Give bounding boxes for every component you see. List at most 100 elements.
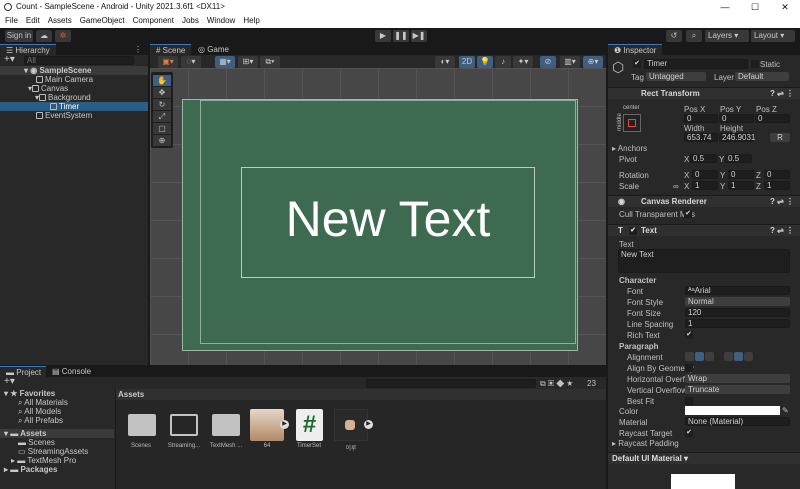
name-field[interactable]: Timer — [644, 59, 748, 69]
v-overflow-dropdown[interactable]: Truncate — [685, 385, 790, 394]
component-menu-icon[interactable]: ? ⇌ ⋮ — [770, 88, 794, 100]
component-menu-icon[interactable]: ? ⇌ ⋮ — [770, 225, 794, 237]
align-top-button[interactable] — [724, 352, 733, 361]
tree-item[interactable]: ⌕ All Prefabs — [0, 416, 114, 425]
rich-text-checkbox[interactable]: ✔ — [685, 331, 693, 339]
increment-dropdown[interactable]: ⧉▾ — [260, 56, 280, 68]
menu-file[interactable]: File — [5, 14, 18, 28]
hierarchy-item-scene[interactable]: ▾ ◉ SampleScene — [0, 66, 148, 75]
raw-edit-button[interactable]: R — [770, 133, 790, 142]
menu-gameobject[interactable]: GameObject — [80, 14, 125, 28]
tree-item[interactable]: ⌕ All Materials — [0, 398, 114, 407]
move-tool-icon[interactable]: ✥ — [153, 87, 171, 98]
text-enabled-checkbox[interactable]: ✔ — [629, 227, 637, 235]
hand-tool-icon[interactable]: ✋ — [153, 75, 171, 86]
asset-label[interactable]: TimerSet — [287, 443, 331, 449]
link-icon[interactable]: ∞ — [673, 182, 679, 191]
close-button[interactable]: ✕ — [770, 0, 800, 14]
scale-tool-icon[interactable]: ⤢ — [153, 111, 171, 122]
scale-y-field[interactable]: 1 — [728, 181, 754, 190]
rot-x-field[interactable]: 0 — [692, 170, 718, 179]
search-icon[interactable]: ⌕ — [686, 30, 702, 42]
hierarchy-item[interactable]: Main Camera — [0, 75, 148, 84]
asset-label[interactable]: 이루 — [329, 443, 373, 452]
create-icon[interactable]: +▾ — [4, 377, 15, 387]
animation-asset-thumbnail[interactable] — [334, 409, 368, 441]
lighting-toggle[interactable]: 💡 — [477, 56, 493, 68]
tree-item-assets[interactable]: ▾ ▬ Assets — [0, 429, 114, 438]
asset-label[interactable]: TextMesh ... — [204, 443, 248, 449]
menu-help[interactable]: Help — [243, 14, 259, 28]
lock-icon[interactable]: ⋮ — [134, 45, 142, 54]
folder-outline-icon[interactable] — [170, 414, 198, 436]
tab-inspector[interactable]: ❶ Inspector — [608, 44, 663, 55]
hierarchy-item-selected[interactable]: Timer — [0, 102, 148, 111]
rot-y-field[interactable]: 0 — [728, 170, 754, 179]
tag-dropdown[interactable]: Untagged — [646, 72, 706, 81]
add-icon[interactable]: +▾ — [4, 55, 15, 65]
csharp-script-icon[interactable]: # — [296, 409, 323, 441]
expand-play-icon[interactable]: ▶ — [280, 420, 289, 429]
align-bottom-button[interactable] — [744, 352, 753, 361]
step-button[interactable]: ▶❚ — [411, 30, 427, 42]
cat-sprite-thumbnail[interactable] — [250, 409, 284, 441]
font-field[interactable]: ᴬᵃArial — [685, 286, 790, 295]
layer-dropdown[interactable]: Default — [735, 72, 789, 81]
pivot-x-field[interactable]: 0.5 — [690, 154, 717, 163]
hierarchy-search-input[interactable]: All — [24, 56, 134, 65]
font-size-field[interactable]: 120 — [685, 308, 790, 317]
rotate-tool-icon[interactable]: ↻ — [153, 99, 171, 110]
render-mode-dropdown[interactable]: ◌▾ — [181, 56, 201, 68]
2d-toggle[interactable]: 2D — [459, 56, 475, 68]
best-fit-checkbox[interactable] — [685, 397, 693, 405]
scale-z-field[interactable]: 1 — [764, 181, 790, 190]
rot-z-field[interactable]: 0 — [764, 170, 790, 179]
rect-tool-icon[interactable]: ▢ — [153, 123, 171, 134]
text-header[interactable]: T ✔ Text ? ⇌ ⋮ — [608, 224, 800, 236]
cull-checkbox[interactable]: ✔ — [684, 210, 692, 218]
posz-field[interactable]: 0 — [755, 114, 790, 123]
asset-label[interactable]: 64 — [245, 443, 289, 449]
minimize-button[interactable]: — — [710, 0, 740, 14]
draw-mode-dropdown[interactable]: ▣▾ — [158, 56, 178, 68]
canvas-renderer-header[interactable]: ◉ Canvas Renderer ? ⇌ ⋮ — [608, 195, 800, 207]
tree-item[interactable]: ▬ Scenes — [0, 438, 114, 447]
component-menu-icon[interactable]: ? ⇌ ⋮ — [770, 196, 794, 208]
tab-console[interactable]: ▤ Console — [46, 366, 98, 377]
tree-item[interactable]: ⌕ All Models — [0, 407, 114, 416]
color-swatch[interactable] — [685, 406, 780, 415]
effects-dropdown[interactable]: ✦▾ — [513, 56, 533, 68]
cloud-icon[interactable]: ☁ — [36, 30, 52, 42]
posy-field[interactable]: 0 — [719, 114, 754, 123]
project-search-input[interactable] — [366, 379, 536, 388]
snap-dropdown[interactable]: ⊞▾ — [238, 56, 258, 68]
folder-icon[interactable] — [212, 414, 240, 436]
hierarchy-item[interactable]: ▾ Background — [0, 93, 148, 102]
raycast-target-checkbox[interactable]: ✔ — [685, 429, 693, 437]
anchors-foldout[interactable]: ▸ Anchors — [612, 144, 647, 153]
visibility-toggle[interactable]: ⊘ — [540, 56, 556, 68]
tab-game[interactable]: ◎ Game — [192, 44, 235, 55]
align-right-button[interactable] — [705, 352, 714, 361]
align-geometry-checkbox[interactable] — [685, 364, 693, 372]
tree-item-favorites[interactable]: ▾ ★ Favorites — [0, 389, 114, 398]
hidden-count[interactable]: 23 — [587, 379, 596, 388]
gizmos-dropdown[interactable]: ⊕▾ — [583, 56, 603, 68]
raycast-padding-foldout[interactable]: ▸ Raycast Padding — [612, 439, 679, 448]
grid-snap-dropdown[interactable]: ▦▾ — [215, 56, 235, 68]
menu-component[interactable]: Component — [133, 14, 174, 28]
shading-dropdown[interactable]: ◐▾ — [435, 56, 455, 68]
align-center-button[interactable] — [695, 352, 704, 361]
layers-dropdown[interactable]: Layers ▾ — [705, 30, 749, 42]
menu-window[interactable]: Window — [207, 14, 235, 28]
hierarchy-item[interactable]: ▾ Canvas — [0, 84, 148, 93]
static-checkbox[interactable] — [751, 60, 759, 68]
filter-icons[interactable]: ⧉ ▣ ◆ ★ — [540, 379, 573, 389]
tab-scene[interactable]: # Scene — [150, 44, 192, 55]
eyedropper-icon[interactable]: ✎ — [782, 406, 789, 415]
maximize-button[interactable]: ☐ — [740, 0, 770, 14]
history-icon[interactable]: ↺ — [666, 30, 682, 42]
height-field[interactable]: 246.9031 — [719, 133, 755, 142]
text-area[interactable]: New Text — [618, 249, 790, 273]
active-checkbox[interactable]: ✔ — [633, 60, 641, 68]
